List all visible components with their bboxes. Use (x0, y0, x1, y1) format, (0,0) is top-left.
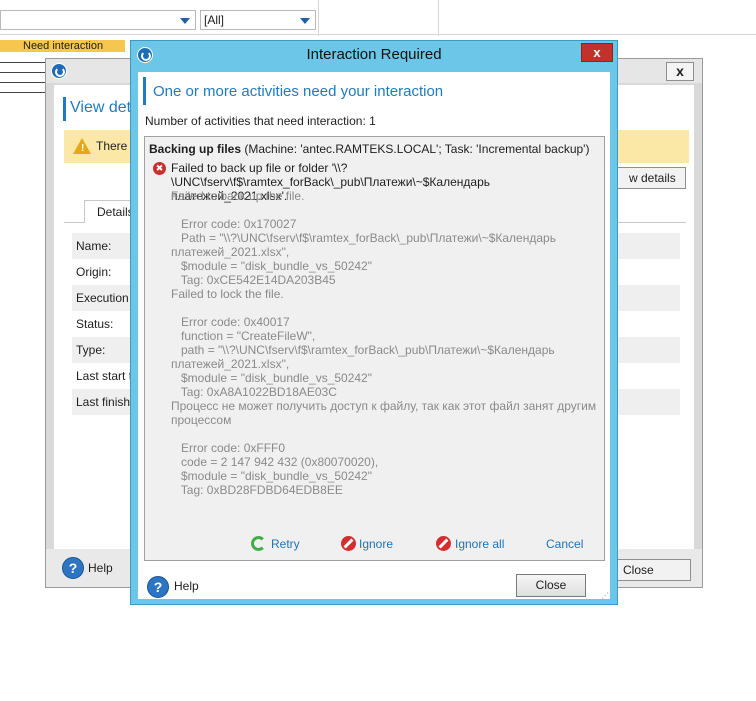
heading-accent (63, 97, 66, 121)
close-button[interactable]: Close (611, 559, 691, 581)
filter-combo-left[interactable] (0, 10, 196, 30)
property-label: Last finish (76, 395, 131, 409)
row-divider (0, 72, 45, 73)
detail-line: Tag: 0xBD28FDBD64EDB8EE (171, 483, 343, 497)
resize-grip-icon[interactable]: ⋰ (601, 591, 609, 600)
row-divider (0, 62, 45, 63)
activity-count: Number of activities that need interacti… (145, 114, 376, 128)
column-divider (318, 0, 319, 36)
retry-link[interactable]: Retry (271, 537, 300, 551)
detail-line: Error code: 0x40017 (171, 315, 290, 329)
detail-line: платежей_2021.xlsx", (171, 357, 290, 371)
window-close-button[interactable]: x (666, 62, 694, 81)
dialog-title: Interaction Required (306, 46, 442, 63)
ignore-all-icon[interactable] (436, 536, 451, 551)
detail-line: Error code: 0x170027 (171, 217, 297, 231)
detail-line: Tag: 0xCE542E14DA203B45 (171, 273, 336, 287)
chevron-down-icon (180, 18, 190, 24)
ignore-icon[interactable] (341, 536, 356, 551)
row-divider (0, 34, 756, 35)
activity-details-panel[interactable]: Backing up files (Machine: 'antec.RAMTEK… (144, 136, 605, 561)
property-label: Name: (76, 239, 112, 253)
retry-icon[interactable] (251, 536, 266, 551)
error-icon: ✖ (153, 162, 166, 175)
background-toolbar: [All] (0, 0, 756, 36)
detail-line: платежей_2021.xlsx", (171, 245, 290, 259)
help-link[interactable]: Help (174, 579, 199, 593)
detail-line: Failed to lock the file. (171, 287, 284, 301)
detail-line: $module = "disk_bundle_vs_50242" (171, 469, 372, 483)
close-button[interactable]: Close (516, 574, 586, 597)
dialog-close-button[interactable]: x (581, 43, 613, 62)
activity-header: Backing up files (Machine: 'antec.RAMTEK… (149, 142, 590, 156)
need-interaction-badge[interactable]: Need interaction (0, 40, 125, 52)
detail-line: Path = "\\?\UNC\fserv\f$\ramtex_forBack\… (171, 231, 556, 245)
detail-line: процессом (171, 413, 232, 427)
help-link[interactable]: Help (88, 561, 113, 575)
detail-line: $module = "disk_bundle_vs_50242" (171, 259, 372, 273)
property-label: Execution s (76, 291, 139, 305)
property-label: Status: (76, 317, 114, 331)
detail-line: $module = "disk_bundle_vs_50242" (171, 371, 372, 385)
property-label: Last start t (76, 369, 133, 383)
detail-line: Tag: 0xA8A1022BD18AE03C (171, 385, 337, 399)
ignore-link[interactable]: Ignore (359, 537, 393, 551)
detail-line: code = 2 147 942 432 (0x80070020), (171, 455, 379, 469)
row-divider (0, 82, 45, 83)
cancel-link[interactable]: Cancel (546, 537, 583, 551)
row-divider (0, 92, 45, 93)
detail-line: function = "CreateFileW", (171, 329, 316, 343)
app-logo-icon (51, 63, 67, 79)
heading-accent (143, 77, 146, 105)
property-label: Origin: (76, 265, 112, 279)
detail-line: Error code: 0xFFF0 (171, 441, 286, 455)
detail-line: path = "\\?\UNC\fserv\f$\ramtex_forBack\… (171, 343, 555, 357)
detail-line: Failed to back up the file. (171, 189, 305, 203)
property-label: Type: (76, 343, 106, 357)
dialog-body: One or more activities need your interac… (138, 72, 610, 599)
ignore-all-link[interactable]: Ignore all (455, 537, 504, 551)
filter-combo-value: [All] (204, 13, 225, 27)
dialog-heading: One or more activities need your interac… (153, 83, 444, 100)
view-details-button[interactable]: w details (614, 167, 686, 189)
help-icon[interactable]: ? (147, 576, 169, 598)
detail-line: Процесс не может получить доступ к файлу… (171, 399, 597, 413)
column-divider (438, 0, 439, 36)
filter-combo-right[interactable]: [All] (200, 10, 316, 30)
interaction-required-dialog: Interaction Required x One or more activ… (130, 40, 618, 605)
chevron-down-icon (300, 18, 310, 24)
help-icon[interactable]: ? (62, 557, 84, 579)
dialog-footer: ? Help Close (138, 570, 610, 599)
